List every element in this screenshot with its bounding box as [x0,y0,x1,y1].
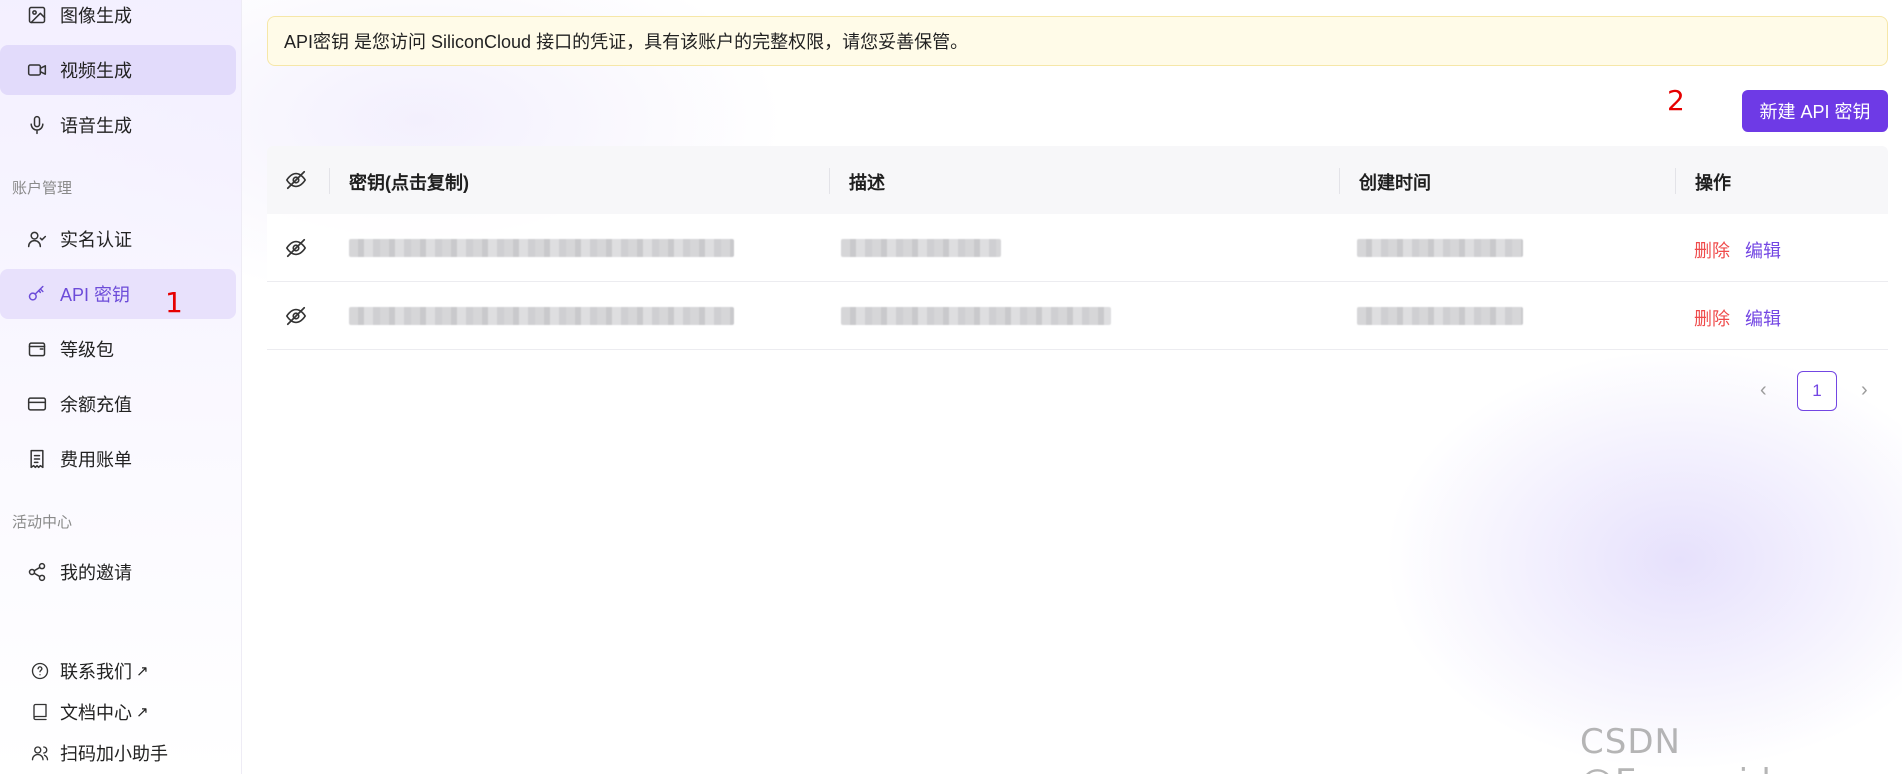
video-icon [26,59,48,81]
footer-link-contact[interactable]: 联系我们 ↗ [30,658,149,684]
users-icon [30,743,50,763]
column-divider [1339,168,1340,194]
eye-off-icon[interactable] [285,237,307,259]
delete-button[interactable]: 删除 [1694,237,1730,263]
sidebar-item-api-keys[interactable]: API 密钥 [0,269,236,319]
section-label-account: 账户管理 [12,180,73,197]
external-link-icon: ↗ [136,704,149,721]
sidebar-item-label: 视频生成 [60,61,132,81]
column-divider [329,168,330,194]
key-icon [26,283,48,305]
share-icon [26,561,48,583]
table-row: 删除 编辑 [267,214,1888,282]
sidebar-item-label: 实名认证 [60,230,132,250]
sidebar-item-level-package[interactable]: 等级包 [0,324,236,374]
api-key-notice: API密钥 是您访问 SiliconCloud 接口的凭证，具有该账户的完整权限… [267,16,1888,66]
column-header-created: 创建时间 [1359,173,1431,193]
footer-link-label: 扫码加小助手 [60,744,168,764]
sidebar-item-my-invitations[interactable]: 我的邀请 [0,547,236,597]
column-header-description: 描述 [849,173,885,193]
footer-link-docs[interactable]: 文档中心 ↗ [30,699,149,725]
table-header: 密钥(点击复制) 描述 创建时间 操作 [267,146,1888,214]
user-check-icon [26,228,48,250]
column-header-actions: 操作 [1695,173,1731,193]
column-divider [829,168,830,194]
redacted-description [841,307,1111,325]
sidebar-item-real-name[interactable]: 实名认证 [0,214,236,264]
annotation-marker-1: 1 [165,286,183,319]
delete-button[interactable]: 删除 [1694,305,1730,331]
sidebar-item-label: 余额充值 [60,395,132,415]
redacted-created-time [1357,307,1523,325]
sidebar-item-video-generation[interactable]: 视频生成 [0,45,236,95]
sidebar-item-voice-generation[interactable]: 语音生成 [0,100,236,150]
image-icon [26,4,48,26]
notice-text: API密钥 是您访问 SiliconCloud 接口的凭证，具有该账户的完整权限… [284,32,969,52]
wallet-icon [26,338,48,360]
redacted-description [841,239,1001,257]
credit-card-icon [26,393,48,415]
pagination-prev-button[interactable]: ‹ [1760,379,1767,402]
sidebar-item-label: 等级包 [60,340,114,360]
footer-link-assistant[interactable]: 扫码加小助手 [30,740,168,766]
api-key-table: 密钥(点击复制) 描述 创建时间 操作 删除 编辑 删除 编辑 [267,146,1888,350]
pagination-page-button[interactable]: 1 [1797,371,1837,411]
redacted-created-time [1357,239,1523,257]
sidebar-item-image-generation[interactable]: 图像生成 [0,0,236,40]
section-label-activity: 活动中心 [12,514,73,531]
column-divider [1675,168,1676,194]
footer-link-label: 联系我们 [60,662,132,682]
watermark: CSDN @Eumenidus [1580,722,1812,774]
sidebar-item-label: API 密钥 [60,285,131,305]
annotation-marker-2: 2 [1667,84,1685,117]
sidebar: 图像生成 视频生成 语音生成 账户管理 实名认证 API 密钥 等级包 余额充值… [0,0,242,774]
sidebar-item-label: 语音生成 [60,116,132,136]
column-header-key: 密钥(点击复制) [349,173,469,193]
book-icon [30,702,50,722]
bill-icon [26,448,48,470]
external-link-icon: ↗ [136,663,149,680]
sidebar-item-label: 图像生成 [60,6,132,26]
sidebar-item-balance-recharge[interactable]: 余额充值 [0,379,236,429]
redacted-key[interactable] [349,239,734,257]
table-row: 删除 编辑 [267,282,1888,350]
new-api-key-button[interactable]: 新建 API 密钥 [1742,90,1888,132]
sidebar-item-billing[interactable]: 费用账单 [0,434,236,484]
sidebar-item-label: 费用账单 [60,450,132,470]
sidebar-item-label: 我的邀请 [60,563,132,583]
edit-button[interactable]: 编辑 [1745,305,1781,331]
eye-off-icon[interactable] [285,169,307,191]
help-circle-icon [30,661,50,681]
edit-button[interactable]: 编辑 [1745,237,1781,263]
background-glow [0,0,1902,774]
microphone-icon [26,114,48,136]
pagination-next-button[interactable]: › [1861,379,1868,402]
footer-link-label: 文档中心 [60,703,132,723]
eye-off-icon[interactable] [285,305,307,327]
redacted-key[interactable] [349,307,734,325]
